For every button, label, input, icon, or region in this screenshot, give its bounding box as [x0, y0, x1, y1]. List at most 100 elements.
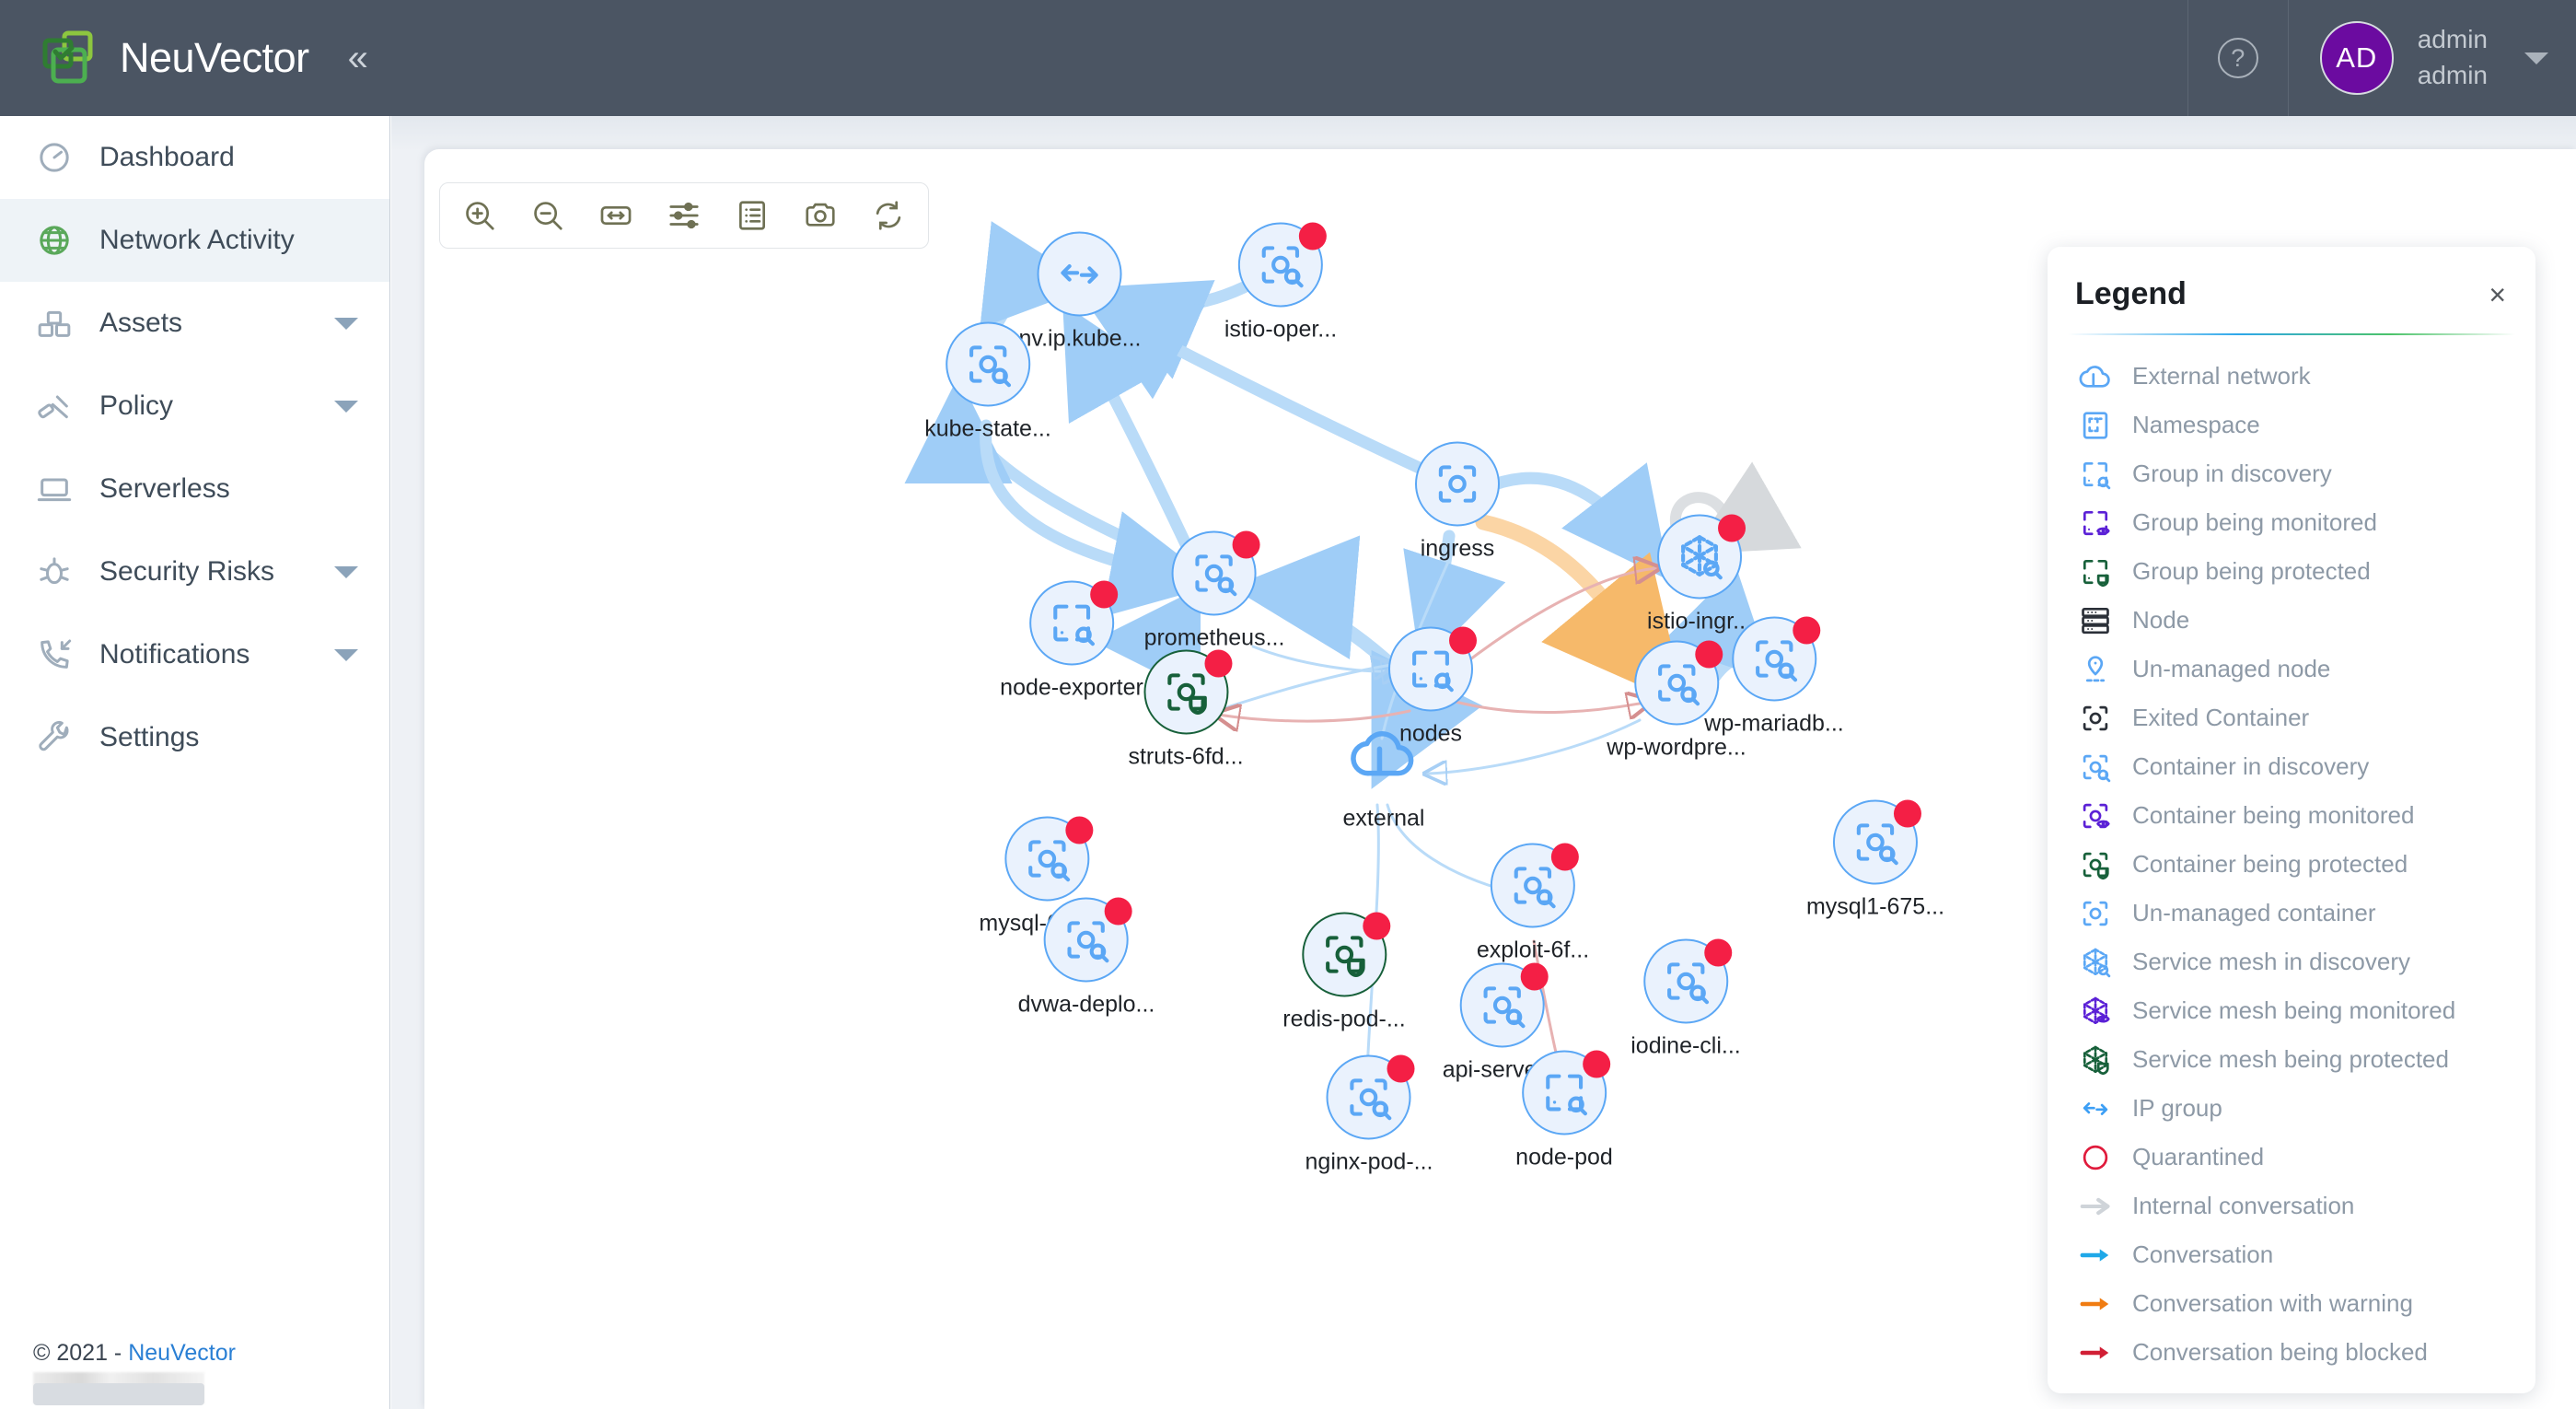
zoom-in-button[interactable] — [455, 191, 505, 240]
brand-title: NeuVector — [120, 34, 309, 82]
alert-badge[interactable] — [1387, 1055, 1415, 1083]
alert-badge[interactable] — [1065, 817, 1093, 844]
graph-node-bubble[interactable] — [1732, 617, 1816, 702]
graph-node-iodine-cli[interactable]: iodine-cli... — [1630, 939, 1741, 1060]
sidebar-footer: © 2021 - NeuVector — [33, 1340, 236, 1367]
alert-badge[interactable] — [1204, 650, 1232, 678]
main-content: istio-oper...nv.ip.kube...kube-state...i… — [391, 116, 2576, 1409]
alert-badge[interactable] — [1090, 581, 1118, 609]
legend-item: Group being monitored — [2071, 498, 2535, 547]
zoom-out-button[interactable] — [523, 191, 573, 240]
alert-badge[interactable] — [1449, 627, 1477, 655]
graph-node-bubble[interactable] — [1643, 939, 1728, 1024]
neuvector-logo-icon — [41, 29, 99, 87]
graph-node-node-exporter[interactable]: node-exporter — [1000, 581, 1143, 702]
legend-button[interactable] — [727, 191, 777, 240]
alert-badge[interactable] — [1551, 844, 1579, 871]
alert-badge[interactable] — [1233, 531, 1260, 559]
graph-node-bubble[interactable] — [1415, 442, 1500, 527]
user-menu[interactable]: AD admin admin — [2289, 0, 2576, 116]
graph-node-bubble[interactable] — [1327, 1055, 1411, 1140]
graph-node-label: wp-mariadb... — [1704, 711, 1843, 738]
sidebar: Dashboard Network ActivityAssets Policy Ser… — [0, 116, 390, 1409]
container-discovery-icon — [2071, 750, 2119, 785]
graph-node-mysql1-675[interactable]: mysql1-675... — [1806, 800, 1944, 921]
graph-node-bubble[interactable] — [1388, 627, 1473, 712]
mesh-protected-icon — [2071, 1042, 2119, 1077]
graph-node-node-pod[interactable]: node-pod — [1515, 1051, 1613, 1171]
sidebar-item-settings[interactable]: Settings — [0, 696, 389, 779]
footer-link-neuvector[interactable]: NeuVector — [128, 1340, 236, 1366]
graph-node-exploit-6f[interactable]: exploit-6f... — [1477, 844, 1589, 964]
namespace-icon — [2071, 408, 2119, 443]
graph-node-bubble[interactable] — [946, 322, 1030, 407]
snapshot-button[interactable] — [795, 191, 845, 240]
graph-node-external[interactable]: external — [1341, 712, 1426, 833]
legend-item-label: Conversation — [2132, 1240, 2273, 1269]
sidebar-item-network-activity[interactable]: Network Activity — [0, 199, 389, 282]
graph-node-bubble[interactable] — [1657, 515, 1742, 600]
alert-badge[interactable] — [1793, 617, 1820, 645]
graph-node-prometheus[interactable]: prometheus... — [1144, 531, 1285, 652]
sidebar-item-security-risks[interactable]: Security Risks — [0, 530, 389, 613]
graph-node-label: node-pod — [1515, 1145, 1613, 1171]
legend-item-label: Service mesh being protected — [2132, 1045, 2449, 1074]
chevron-down-icon[interactable] — [334, 566, 358, 578]
chevron-down-icon[interactable] — [334, 649, 358, 661]
network-graph-canvas[interactable]: istio-oper...nv.ip.kube...kube-state...i… — [424, 149, 2576, 1409]
graph-node-struts-6fd[interactable]: struts-6fd... — [1128, 650, 1243, 771]
sidebar-item-assets[interactable]: Assets — [0, 282, 389, 365]
alert-badge[interactable] — [1105, 898, 1132, 926]
graph-node-bubble[interactable] — [1833, 800, 1918, 885]
horizontal-scrollbar[interactable] — [33, 1383, 204, 1405]
sidebar-item-policy[interactable]: Policy — [0, 365, 389, 448]
sidebar-item-notifications[interactable]: Notifications — [0, 613, 389, 696]
graph-node-bubble[interactable] — [1491, 844, 1575, 928]
sidebar-item-serverless[interactable]: Serverless — [0, 448, 389, 530]
graph-node-nginx-pod[interactable]: nginx-pod-... — [1305, 1055, 1433, 1176]
graph-node-bubble[interactable] — [1004, 817, 1089, 902]
alert-badge[interactable] — [1299, 223, 1327, 250]
legend-item-label: Conversation being blocked — [2132, 1338, 2428, 1367]
legend-item-label: Node — [2132, 606, 2189, 635]
graph-node-bubble[interactable] — [1038, 232, 1122, 317]
graph-node-istio-oper[interactable]: istio-oper... — [1224, 223, 1337, 344]
chevron-down-icon[interactable] — [2524, 52, 2548, 64]
graph-node-ingress[interactable]: ingress — [1415, 442, 1500, 563]
graph-node-bubble[interactable] — [1143, 650, 1228, 735]
legend-item: Namespace — [2071, 401, 2535, 449]
graph-node-bubble[interactable] — [1302, 913, 1387, 997]
alert-badge[interactable] — [1704, 939, 1732, 967]
legend-item-label: Un-managed container — [2132, 899, 2376, 927]
sidebar-item-label: Dashboard — [99, 142, 235, 173]
settings-button[interactable] — [659, 191, 709, 240]
help-button[interactable]: ? — [2188, 0, 2288, 116]
alert-badge[interactable] — [1718, 515, 1746, 542]
graph-node-bubble[interactable] — [1172, 531, 1257, 616]
graph-node-bubble[interactable] — [1238, 223, 1323, 308]
sidebar-item-label: Policy — [99, 390, 173, 422]
close-icon[interactable]: × — [2487, 276, 2508, 313]
graph-node-label: nginx-pod-... — [1305, 1149, 1433, 1176]
alert-badge[interactable] — [1894, 800, 1921, 828]
sidebar-item-dashboard[interactable]: Dashboard — [0, 116, 389, 199]
chevron-down-icon[interactable] — [334, 401, 358, 413]
graph-node-bubble[interactable] — [1460, 963, 1545, 1048]
fit-width-button[interactable] — [591, 191, 641, 240]
graph-node-dvwa-deplo[interactable]: dvwa-deplo... — [1018, 898, 1155, 1019]
alert-badge[interactable] — [1583, 1051, 1610, 1078]
graph-node-bubble[interactable] — [1029, 581, 1114, 666]
graph-node-wp-mariadb[interactable]: wp-mariadb... — [1704, 617, 1843, 738]
graph-node-bubble[interactable] — [1341, 712, 1426, 797]
legend-panel: Legend × External networkNamespaceGroup … — [2048, 247, 2535, 1393]
graph-node-kube-state[interactable]: kube-state... — [924, 322, 1051, 443]
graph-node-bubble[interactable] — [1044, 898, 1129, 983]
alert-badge[interactable] — [1363, 913, 1390, 940]
graph-node-bubble[interactable] — [1522, 1051, 1607, 1135]
sidebar-collapse-icon[interactable]: « — [348, 40, 368, 76]
graph-node-redis-pod[interactable]: redis-pod-... — [1282, 913, 1405, 1033]
phone-incoming-icon — [33, 636, 75, 673]
alert-badge[interactable] — [1521, 963, 1549, 991]
refresh-button[interactable] — [864, 191, 913, 240]
chevron-down-icon[interactable] — [334, 318, 358, 330]
